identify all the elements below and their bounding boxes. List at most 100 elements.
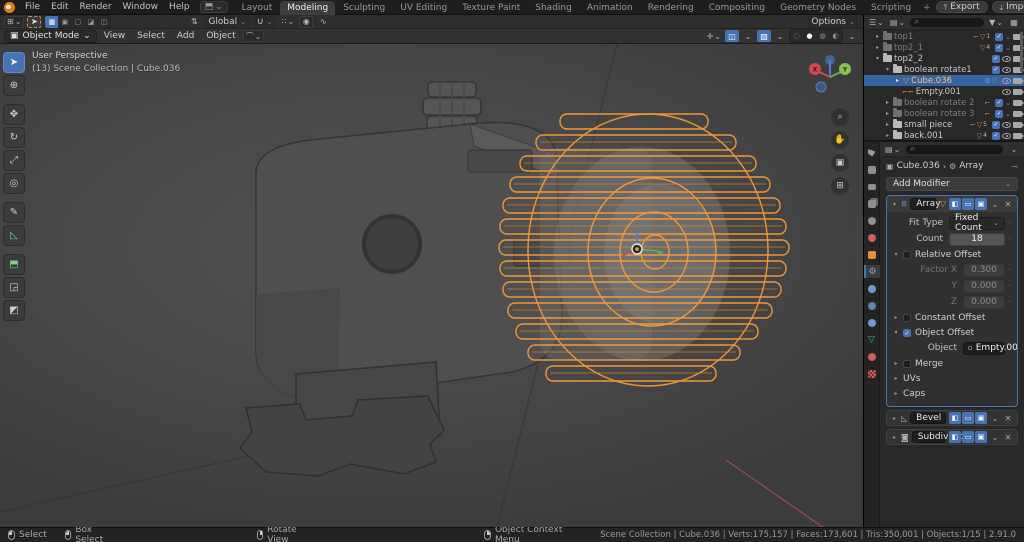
shading-rendered-icon[interactable]: ◐ — [829, 30, 842, 42]
modifier-delete-icon[interactable]: ✕ — [1003, 200, 1013, 209]
options-dropdown[interactable]: Options ⌄ — [807, 15, 859, 28]
snapping-dropdown[interactable]: ∪ ⌄ — [253, 15, 277, 28]
select-mode-intersect-icon[interactable]: ◫ — [97, 16, 110, 28]
modifier-name-field[interactable]: Array — [910, 198, 941, 210]
checkbox-icon[interactable]: ✓ — [992, 65, 1000, 74]
show-overlays-toggle[interactable]: ◫ — [725, 30, 739, 42]
tab-layout[interactable]: Layout — [235, 1, 280, 15]
uvs-section[interactable]: ▸ UVs — [887, 372, 1013, 385]
object-offset-section[interactable]: ▾ ✓ Object Offset — [887, 326, 1013, 339]
xray-chevron-icon[interactable]: ⌄ — [773, 30, 787, 42]
select-mode-set-icon[interactable]: ▦ — [45, 15, 59, 28]
camera-visibility-icon[interactable] — [1013, 110, 1024, 117]
edit-mode-display-icon[interactable]: ◧ — [949, 412, 961, 424]
select-mode-invert-icon[interactable]: ◪ — [84, 16, 97, 28]
modifier-delete-icon[interactable]: ✕ — [1003, 414, 1013, 423]
tool-cursor[interactable]: ⊕ — [3, 75, 25, 96]
camera-visibility-icon[interactable] — [1013, 77, 1024, 84]
camera-visibility-icon[interactable] — [1013, 88, 1024, 95]
menu-view[interactable]: View — [99, 29, 130, 44]
shading-solid-icon[interactable]: ● — [803, 30, 816, 42]
shading-wireframe-icon[interactable]: ◌ — [790, 30, 803, 42]
tab-view-layer-icon[interactable] — [864, 197, 880, 210]
expand-icon[interactable]: ▸ — [891, 434, 898, 441]
collapse-icon[interactable]: ▾ — [891, 201, 898, 208]
object-offset-checkbox[interactable]: ✓ — [903, 328, 911, 337]
tab-scripting[interactable]: Scripting — [864, 1, 918, 15]
on-cage-icon[interactable]: ▽ — [940, 200, 946, 208]
subdivision-modifier-header[interactable]: ▸ ◙ Subdivision ◧ ▭ ▣ ⌄ ✕ — [886, 429, 1018, 445]
expand-icon[interactable]: ▸ — [884, 132, 891, 139]
realtime-display-icon[interactable]: ▭ — [962, 198, 974, 210]
overlays-chevron-icon[interactable]: ⌄ — [741, 30, 755, 42]
merge-section[interactable]: ▸ Merge — [887, 357, 1013, 370]
fit-type-dropdown[interactable]: Fixed Count ⌄ — [949, 213, 1005, 233]
transform-orientation-dropdown[interactable]: Global ⌄ — [204, 15, 250, 28]
tab-rendering[interactable]: Rendering — [641, 1, 701, 15]
workspace-switch-button[interactable]: ⬒ ⌄ — [199, 1, 228, 13]
animate-dot-icon[interactable]: · — [1005, 219, 1013, 227]
bevel-modifier-header[interactable]: ▸ ◺ Bevel ◧ ▭ ▣ ⌄ ✕ — [886, 410, 1018, 426]
relative-offset-section[interactable]: ▾ Relative Offset — [887, 248, 1013, 261]
outliner-row-boolean-rotate1[interactable]: ▾ boolean rotate1 ✓ — [864, 64, 1024, 75]
outliner-row-top1[interactable]: ▸ top1 ⌐ ▽ 1 ✓ ⌄ — [864, 31, 1024, 42]
tool-transform[interactable]: ◎ — [3, 173, 25, 194]
expand-icon[interactable]: ▸ — [884, 110, 891, 117]
outliner-editor-type-button[interactable]: ☰ ⌄ — [867, 16, 886, 28]
modifier-extras-icon[interactable]: ⌄ — [990, 433, 1000, 442]
constant-offset-section[interactable]: ▸ Constant Offset — [887, 311, 1013, 324]
tab-shading[interactable]: Shading — [528, 1, 579, 15]
mode-dropdown[interactable]: ▣ Object Mode ⌄ — [4, 29, 97, 43]
camera-view-icon[interactable]: ▣ — [831, 154, 849, 172]
merge-checkbox[interactable] — [903, 359, 911, 368]
pivot-point-dropdown[interactable]: ∷ ⌄ — [279, 16, 296, 28]
modifier-delete-icon[interactable]: ✕ — [1003, 433, 1013, 442]
tool-measure[interactable]: ◺ — [3, 225, 25, 246]
outliner-search[interactable]: ⌕ — [909, 16, 986, 28]
eye-open-icon[interactable] — [1002, 55, 1011, 62]
pin-icon[interactable]: ⊸ — [1011, 162, 1018, 171]
factor-y-field[interactable]: 0.000 — [963, 279, 1005, 293]
outliner-display-mode-button[interactable]: ▤ ⌄ — [888, 16, 907, 28]
tab-sculpting[interactable]: Sculpting — [336, 1, 392, 15]
shading-chevron-icon[interactable]: ⌄ — [845, 30, 859, 42]
pan-hand-icon[interactable]: ✋ — [831, 131, 849, 149]
modifier-name-field[interactable]: Bevel — [910, 412, 946, 424]
outliner-scrollbar[interactable] — [1020, 32, 1023, 72]
breadcrumb-object[interactable]: Cube.036 — [897, 161, 940, 171]
animate-dot-icon[interactable]: · — [1005, 235, 1013, 243]
tool-scale[interactable]: ⤢ — [3, 150, 25, 171]
camera-visibility-icon[interactable] — [1013, 99, 1024, 106]
select-mode-extend-icon[interactable]: ▣ — [58, 16, 71, 28]
checkbox-icon[interactable]: ✓ — [995, 32, 1004, 41]
outliner-row-small-piece[interactable]: ▸ small piece ⌐ ▽ 5 ✓ — [864, 119, 1024, 130]
editor-type-button[interactable]: ⊞ ⌄ — [4, 15, 25, 28]
animate-dot-icon[interactable]: · — [1005, 298, 1013, 306]
breadcrumb-modifier[interactable]: Array — [959, 161, 983, 171]
new-collection-icon[interactable]: ▦ — [1007, 16, 1021, 28]
navigation-gizmo[interactable]: X Y — [807, 54, 853, 100]
checkbox-icon[interactable]: ✓ — [992, 120, 1000, 129]
zoom-icon[interactable]: ⌕ — [831, 108, 849, 126]
outliner-row-top2_1[interactable]: ▸ top2_1 ▽ 4 ✓ ⌄ — [864, 42, 1024, 53]
eye-closed-icon[interactable]: ⌄ — [1005, 44, 1011, 51]
eye-closed-icon[interactable]: ⌄ — [1005, 110, 1011, 117]
outliner-row-boolean-rotate-2[interactable]: ▸ boolean rotate 2 ⌐ ✓ ⌄ — [864, 97, 1024, 108]
constant-offset-checkbox[interactable] — [903, 313, 911, 322]
tool-extra-2[interactable]: ◩ — [3, 300, 25, 321]
expand-icon[interactable]: ▸ — [891, 415, 898, 422]
edit-mode-display-icon[interactable]: ◧ — [949, 431, 961, 443]
realtime-display-icon[interactable]: ▭ — [962, 412, 974, 424]
properties-search-input[interactable] — [917, 144, 999, 154]
outliner-row-boolean-rotate-3[interactable]: ▸ boolean rotate 3 ⌐ ✓ ⌄ — [864, 108, 1024, 119]
tab-scene-icon[interactable] — [864, 214, 880, 227]
tab-modifiers-icon[interactable]: ⚙ — [863, 265, 880, 278]
edit-mode-display-icon[interactable]: ◧ — [949, 198, 961, 210]
properties-editor-type-button[interactable]: ▤ ⌄ — [883, 143, 902, 155]
tab-object-icon[interactable] — [864, 248, 880, 261]
collapse-icon[interactable]: ▾ — [874, 55, 881, 62]
tool-extra-1[interactable]: ◲ — [3, 277, 25, 298]
eye-open-icon[interactable] — [1002, 77, 1011, 84]
render-display-icon[interactable]: ▣ — [975, 198, 987, 210]
factor-x-field[interactable]: 0.300 — [963, 263, 1005, 277]
